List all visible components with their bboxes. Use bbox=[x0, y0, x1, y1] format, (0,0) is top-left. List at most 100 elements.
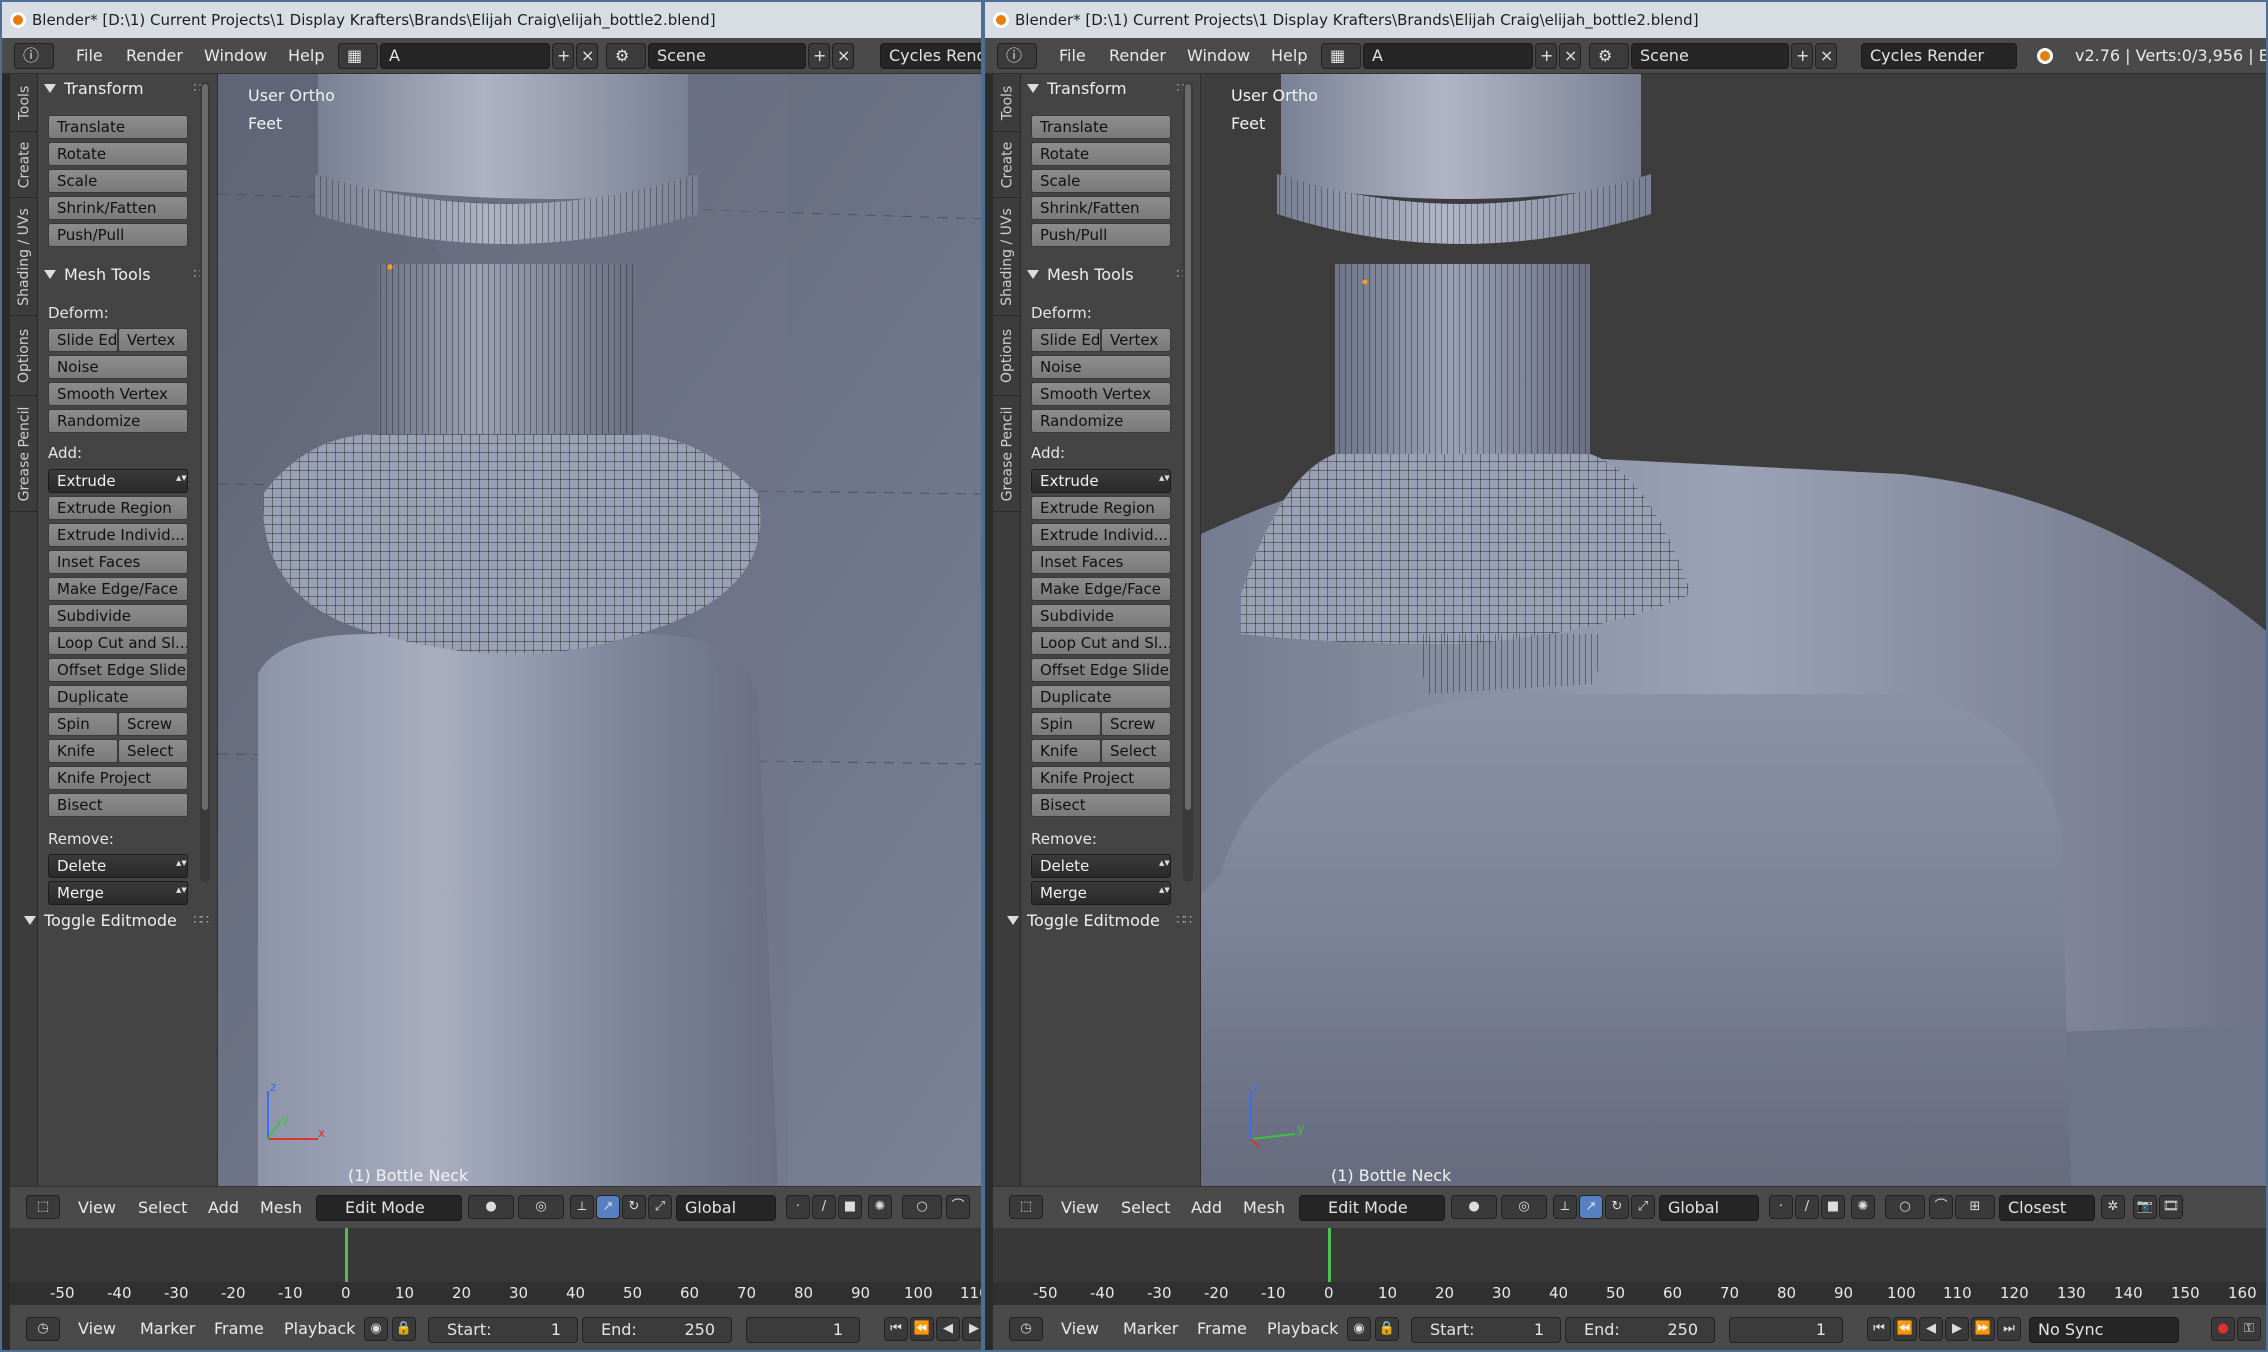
extrude-region-button[interactable]: Extrude Region bbox=[48, 496, 188, 520]
delete-select[interactable]: Delete bbox=[48, 854, 188, 878]
manipulator-icon[interactable]: ⟂ bbox=[570, 1195, 594, 1219]
tab-create[interactable]: Create bbox=[993, 132, 1021, 198]
face-select-icon[interactable]: ■ bbox=[1821, 1195, 1845, 1219]
current-frame-field[interactable]: 1 bbox=[1729, 1317, 1843, 1343]
tl-menu-marker[interactable]: Marker bbox=[1123, 1305, 1178, 1341]
proportional-edit-icon[interactable]: ○ bbox=[1885, 1195, 1925, 1219]
editor-type-info-icon[interactable]: ⓘ bbox=[997, 43, 1037, 69]
transform-panel-header[interactable]: Transform∷∷ bbox=[44, 76, 214, 102]
render-engine-select[interactable]: Cycles Rende bbox=[880, 43, 981, 69]
play-reverse-icon[interactable]: ◀ bbox=[936, 1317, 960, 1341]
end-frame-field[interactable]: End: 250 bbox=[582, 1317, 732, 1343]
randomize-button[interactable]: Randomize bbox=[48, 409, 188, 433]
toggle-editmode-panel-header[interactable]: Toggle Editmode ∷∷ bbox=[1007, 908, 1197, 934]
pivot-point-icon[interactable]: ◎ bbox=[518, 1195, 564, 1219]
sync-mode-select[interactable]: No Sync bbox=[2029, 1317, 2179, 1343]
knife-select-button[interactable]: Select bbox=[118, 739, 188, 763]
close-scene-icon[interactable]: × bbox=[832, 43, 854, 69]
vertex-slide-button[interactable]: Vertex bbox=[1101, 328, 1171, 352]
knife-select-button[interactable]: Select bbox=[1101, 739, 1171, 763]
merge-select[interactable]: Merge bbox=[48, 881, 188, 905]
slide-edge-button[interactable]: Slide Ed bbox=[1031, 328, 1101, 352]
current-frame-line[interactable] bbox=[1328, 1228, 1331, 1288]
mesh-tools-panel-header[interactable]: Mesh Tools∷∷ bbox=[1027, 262, 1197, 288]
tab-shading-uvs[interactable]: Shading / UVs bbox=[993, 198, 1021, 316]
snap-target-select[interactable]: Closest bbox=[1999, 1195, 2095, 1221]
scene-icon[interactable]: ⚙ bbox=[606, 43, 646, 69]
jump-keyframe-forward-icon[interactable]: ⏩ bbox=[1971, 1317, 1995, 1341]
subdivide-button[interactable]: Subdivide bbox=[48, 604, 188, 628]
smooth-vertex-button[interactable]: Smooth Vertex bbox=[1031, 382, 1171, 406]
viewport-shading-icon[interactable]: ● bbox=[468, 1195, 514, 1219]
edge-select-icon[interactable]: / bbox=[1795, 1195, 1819, 1219]
knife-button[interactable]: Knife bbox=[1031, 739, 1101, 763]
jump-keyframe-back-icon[interactable]: ⏪ bbox=[910, 1317, 934, 1341]
knife-project-button[interactable]: Knife Project bbox=[1031, 766, 1171, 790]
tool-shelf-scrollbar[interactable] bbox=[200, 82, 210, 882]
extrude-select[interactable]: Extrude bbox=[1031, 469, 1171, 493]
randomize-button[interactable]: Randomize bbox=[1031, 409, 1171, 433]
edge-select-icon[interactable]: / bbox=[812, 1195, 836, 1219]
close-layout-icon[interactable]: × bbox=[576, 43, 598, 69]
offset-edge-slide-button[interactable]: Offset Edge Slide bbox=[48, 658, 188, 682]
knife-button[interactable]: Knife bbox=[48, 739, 118, 763]
extrude-select[interactable]: Extrude bbox=[48, 469, 188, 493]
noise-button[interactable]: Noise bbox=[1031, 355, 1171, 379]
editor-type-icon[interactable]: ⬚ bbox=[26, 1195, 60, 1219]
duplicate-button[interactable]: Duplicate bbox=[1031, 685, 1171, 709]
menu-select[interactable]: Select bbox=[138, 1187, 187, 1223]
menu-file[interactable]: File bbox=[1059, 38, 1086, 74]
menu-window[interactable]: Window bbox=[1187, 38, 1250, 74]
bisect-button[interactable]: Bisect bbox=[48, 793, 188, 817]
menu-render[interactable]: Render bbox=[126, 38, 183, 74]
scale-button[interactable]: Scale bbox=[1031, 169, 1171, 193]
menu-window[interactable]: Window bbox=[204, 38, 267, 74]
play-icon[interactable]: ▶ bbox=[1945, 1317, 1969, 1341]
add-layout-icon[interactable]: + bbox=[552, 43, 574, 69]
translate-button[interactable]: Translate bbox=[48, 115, 188, 139]
make-edge-face-button[interactable]: Make Edge/Face bbox=[1031, 577, 1171, 601]
3d-viewport[interactable]: User Ortho Feet (1) Bottle Neck z y bbox=[1201, 74, 2266, 1186]
add-scene-icon[interactable]: + bbox=[808, 43, 830, 69]
tab-grease-pencil[interactable]: Grease Pencil bbox=[10, 396, 38, 512]
menu-render[interactable]: Render bbox=[1109, 38, 1166, 74]
tl-menu-view[interactable]: View bbox=[1061, 1305, 1099, 1341]
transform-panel-header[interactable]: Transform∷∷ bbox=[1027, 76, 1197, 102]
scene-field[interactable]: Scene bbox=[648, 43, 806, 69]
lock-icon[interactable]: 🔒 bbox=[392, 1317, 416, 1341]
tab-shading-uvs[interactable]: Shading / UVs bbox=[10, 198, 38, 316]
menu-help[interactable]: Help bbox=[1271, 38, 1307, 74]
tab-options[interactable]: Options bbox=[993, 316, 1021, 396]
occlude-icon[interactable]: ✺ bbox=[1851, 1195, 1875, 1219]
rotate-button[interactable]: Rotate bbox=[1031, 142, 1171, 166]
lock-icon[interactable]: 🔒 bbox=[1375, 1317, 1399, 1341]
menu-mesh[interactable]: Mesh bbox=[260, 1187, 302, 1223]
inset-faces-button[interactable]: Inset Faces bbox=[1031, 550, 1171, 574]
tl-menu-frame[interactable]: Frame bbox=[214, 1305, 264, 1341]
render-engine-select[interactable]: Cycles Render bbox=[1861, 43, 2017, 69]
toggle-editmode-panel-header[interactable]: Toggle Editmode ∷∷ bbox=[24, 908, 214, 934]
mode-select[interactable]: Edit Mode bbox=[1299, 1195, 1445, 1221]
snap-icon[interactable]: ⌒ bbox=[1929, 1195, 1953, 1219]
timeline-editor-icon[interactable]: ◷ bbox=[1009, 1317, 1043, 1341]
tl-menu-view[interactable]: View bbox=[78, 1305, 116, 1341]
manipulator-icon[interactable]: ⟂ bbox=[1553, 1195, 1577, 1219]
noise-button[interactable]: Noise bbox=[48, 355, 188, 379]
tool-shelf-scrollbar[interactable] bbox=[1183, 82, 1193, 882]
inset-faces-button[interactable]: Inset Faces bbox=[48, 550, 188, 574]
current-frame-line[interactable] bbox=[345, 1228, 348, 1288]
pivot-point-icon[interactable]: ◎ bbox=[1501, 1195, 1547, 1219]
loop-cut-button[interactable]: Loop Cut and Sl... bbox=[1031, 631, 1171, 655]
slide-edge-button[interactable]: Slide Ed bbox=[48, 328, 118, 352]
tab-create[interactable]: Create bbox=[10, 132, 38, 198]
orientation-select[interactable]: Global bbox=[1659, 1195, 1759, 1221]
play-icon[interactable]: ▶ bbox=[962, 1317, 981, 1341]
delete-select[interactable]: Delete bbox=[1031, 854, 1171, 878]
tl-menu-marker[interactable]: Marker bbox=[140, 1305, 195, 1341]
tab-options[interactable]: Options bbox=[10, 316, 38, 396]
start-frame-field[interactable]: Start: 1 bbox=[1411, 1317, 1561, 1343]
keyframe-key-icon[interactable]: ⚿ bbox=[2237, 1317, 2261, 1341]
menu-mesh[interactable]: Mesh bbox=[1243, 1187, 1285, 1223]
translate-manip-icon[interactable]: ↗ bbox=[1579, 1195, 1603, 1219]
menu-add[interactable]: Add bbox=[208, 1187, 239, 1223]
